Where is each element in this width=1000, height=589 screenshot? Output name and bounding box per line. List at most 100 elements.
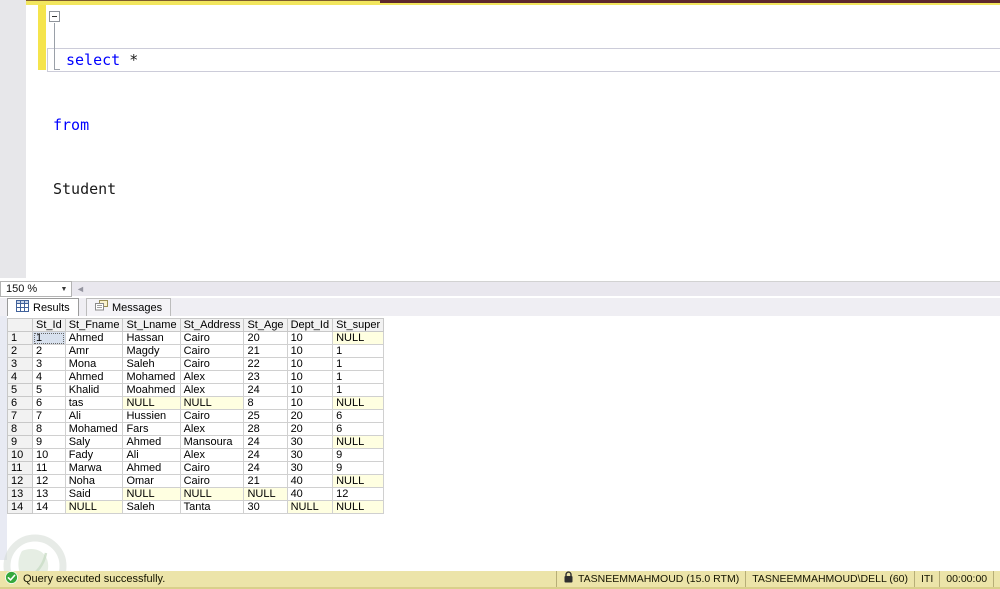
grid-cell[interactable]: 24 (243, 435, 288, 449)
grid-cell[interactable]: 9 (332, 461, 385, 475)
grid-cell[interactable]: 10 (286, 344, 334, 358)
grid-cell[interactable]: Saleh (122, 357, 181, 371)
grid-cell[interactable]: 24 (243, 461, 288, 475)
grid-cell[interactable]: 1 (32, 331, 66, 345)
grid-row-header[interactable]: 5 (7, 383, 33, 397)
grid-cell[interactable]: 2 (32, 344, 66, 358)
grid-cell[interactable]: Mansoura (179, 435, 245, 449)
grid-cell[interactable]: Saly (64, 435, 124, 449)
grid-cell[interactable]: Fady (64, 448, 124, 462)
grid-column-header[interactable]: St_Lname (122, 318, 181, 332)
grid-cell[interactable]: Omar (122, 474, 181, 488)
server-status-segment[interactable]: TASNEEMMAHMOUD (15.0 RTM) (556, 571, 745, 587)
grid-cell[interactable]: Ali (122, 448, 181, 462)
grid-column-header[interactable]: St_super (332, 318, 385, 332)
grid-row-header[interactable]: 14 (7, 500, 33, 514)
grid-cell[interactable]: Cairo (179, 331, 245, 345)
grid-row-header[interactable]: 2 (7, 344, 33, 358)
grid-row-header[interactable]: 9 (7, 435, 33, 449)
results-grid[interactable]: St_Id St_Fname St_Lname St_Address St_Age Dep… (7, 318, 385, 514)
grid-row-header[interactable]: 13 (7, 487, 33, 501)
grid-cell[interactable]: 5 (32, 383, 66, 397)
grid-cell[interactable]: Khalid (64, 383, 124, 397)
grid-cell[interactable]: Ahmed (122, 461, 181, 475)
grid-column-header[interactable]: St_Age (243, 318, 288, 332)
grid-cell[interactable]: NULL (179, 487, 245, 501)
grid-cell[interactable]: Alex (179, 448, 245, 462)
grid-cell[interactable]: 6 (32, 396, 66, 410)
grid-cell[interactable]: 9 (332, 448, 385, 462)
grid-cell[interactable]: Mohamed (64, 422, 124, 436)
grid-cell[interactable]: 21 (243, 344, 288, 358)
grid-cell[interactable]: NULL (332, 500, 385, 514)
grid-column-header[interactable]: St_Fname (64, 318, 124, 332)
grid-cell[interactable]: 10 (286, 357, 334, 371)
grid-cell[interactable]: Hussien (122, 409, 181, 423)
grid-cell[interactable]: Saleh (122, 500, 181, 514)
grid-cell[interactable]: Ahmed (64, 331, 124, 345)
grid-cell[interactable]: 6 (332, 409, 385, 423)
grid-column-header[interactable]: St_Id (32, 318, 66, 332)
scroll-left-icon[interactable]: ◄ (76, 284, 85, 295)
grid-row-header[interactable]: 10 (7, 448, 33, 462)
grid-row-header[interactable]: 12 (7, 474, 33, 488)
grid-cell[interactable]: 10 (286, 396, 334, 410)
grid-cell[interactable]: 21 (243, 474, 288, 488)
grid-cell[interactable]: 24 (243, 448, 288, 462)
grid-cell[interactable]: Mona (64, 357, 124, 371)
grid-cell[interactable]: 9 (32, 435, 66, 449)
grid-cell[interactable]: 13 (32, 487, 66, 501)
grid-cell[interactable]: Tanta (179, 500, 245, 514)
grid-cell[interactable]: 7 (32, 409, 66, 423)
grid-cell[interactable]: 10 (32, 448, 66, 462)
sql-code[interactable]: select * from Student (53, 7, 138, 244)
grid-cell[interactable]: 30 (286, 435, 334, 449)
grid-row-header[interactable]: 11 (7, 461, 33, 475)
grid-cell[interactable]: Moahmed (122, 383, 181, 397)
grid-cell[interactable]: 8 (243, 396, 288, 410)
grid-row-header[interactable]: 8 (7, 422, 33, 436)
grid-row-header[interactable]: 3 (7, 357, 33, 371)
grid-cell[interactable]: Ahmed (122, 435, 181, 449)
grid-cell[interactable]: Fars (122, 422, 181, 436)
grid-cell[interactable]: 1 (332, 383, 385, 397)
grid-cell[interactable]: 12 (332, 487, 385, 501)
grid-cell[interactable]: tas (64, 396, 124, 410)
grid-row-header[interactable]: 6 (7, 396, 33, 410)
grid-cell[interactable]: 10 (286, 370, 334, 384)
grid-cell[interactable]: 23 (243, 370, 288, 384)
grid-cell[interactable]: Ahmed (64, 370, 124, 384)
grid-cell[interactable]: NULL (332, 435, 385, 449)
grid-cell[interactable]: 30 (243, 500, 288, 514)
grid-cell[interactable]: Ali (64, 409, 124, 423)
tab-results[interactable]: Results (7, 298, 79, 316)
grid-cell[interactable]: 20 (286, 409, 334, 423)
grid-cell[interactable]: Mohamed (122, 370, 181, 384)
grid-cell[interactable]: NULL (332, 396, 385, 410)
grid-cell[interactable]: 1 (332, 344, 385, 358)
grid-cell[interactable]: 20 (243, 331, 288, 345)
grid-row-header[interactable]: 4 (7, 370, 33, 384)
grid-cell[interactable]: 25 (243, 409, 288, 423)
grid-cell[interactable]: 12 (32, 474, 66, 488)
chevron-down-icon[interactable]: ▼ (57, 286, 71, 293)
grid-cell[interactable]: Alex (179, 422, 245, 436)
grid-cell[interactable]: Alex (179, 383, 245, 397)
grid-cell[interactable]: 30 (286, 461, 334, 475)
query-editor[interactable]: select * from Student (0, 5, 1000, 281)
grid-cell[interactable]: 22 (243, 357, 288, 371)
grid-cell[interactable]: Marwa (64, 461, 124, 475)
grid-cell[interactable]: 6 (332, 422, 385, 436)
grid-column-header[interactable]: St_Address (179, 318, 245, 332)
grid-cell[interactable]: NULL (243, 487, 288, 501)
grid-cell[interactable]: 30 (286, 448, 334, 462)
grid-cell[interactable]: Hassan (122, 331, 181, 345)
database-status-segment[interactable]: ITI (914, 571, 939, 587)
grid-cell[interactable]: 3 (32, 357, 66, 371)
grid-column-header[interactable]: Dept_Id (286, 318, 334, 332)
grid-cell[interactable]: 40 (286, 487, 334, 501)
grid-cell[interactable]: NULL (179, 396, 245, 410)
grid-cell[interactable]: 4 (32, 370, 66, 384)
grid-cell[interactable]: 10 (286, 331, 334, 345)
grid-row-header[interactable]: 1 (7, 331, 33, 345)
